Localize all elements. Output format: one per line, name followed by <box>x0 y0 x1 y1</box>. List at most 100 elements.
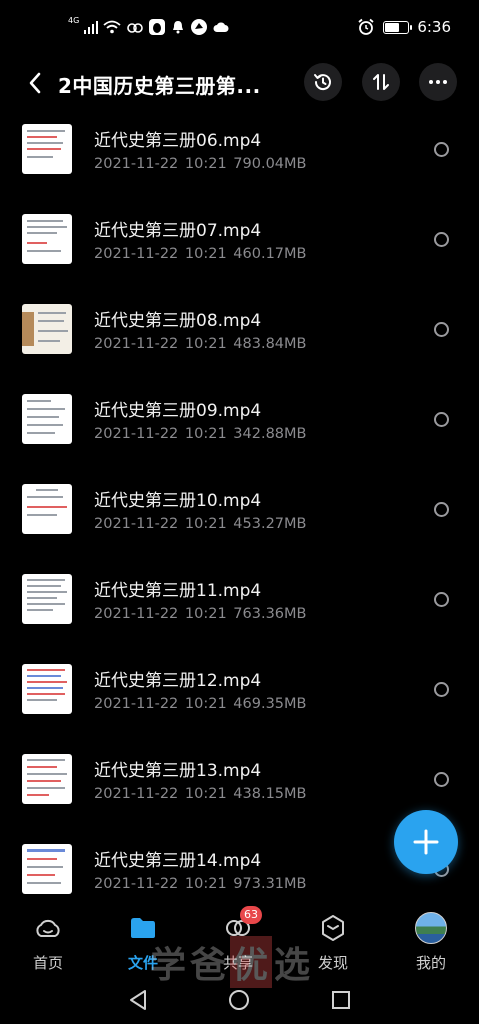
nav-label: 首页 <box>32 954 63 972</box>
back-button[interactable] <box>20 66 50 100</box>
system-home-button[interactable] <box>225 986 253 1014</box>
file-name: 近代史第三册10.mp4 <box>94 491 262 511</box>
file-row[interactable]: 近代史第三册12.mp4 2021-11-22 10:21 469.35MB <box>0 648 479 738</box>
file-name: 近代史第三册09.mp4 <box>94 401 262 421</box>
system-recents-button[interactable] <box>327 986 355 1014</box>
video-thumbnail <box>22 664 72 714</box>
file-date: 2021-11-22 <box>94 516 179 532</box>
avatar <box>415 912 447 944</box>
nav-files[interactable]: 文件 <box>98 912 188 976</box>
file-date: 2021-11-22 <box>94 156 179 172</box>
select-radio[interactable] <box>434 412 449 427</box>
file-meta: 2021-11-22 10:21 460.17MB <box>94 246 307 262</box>
select-radio[interactable] <box>434 322 449 337</box>
history-icon <box>314 74 331 91</box>
history-button[interactable] <box>304 63 342 101</box>
file-time: 10:21 <box>184 516 227 532</box>
file-time: 10:21 <box>184 786 227 802</box>
nav-label: 文件 <box>127 954 158 972</box>
video-thumbnail <box>22 754 72 804</box>
bottom-navigation: 首页 文件 63 共享 发现 我的 <box>0 906 479 976</box>
network-type: 4G <box>68 16 80 25</box>
file-time: 10:21 <box>184 876 227 892</box>
discover-icon <box>317 912 349 944</box>
file-date: 2021-11-22 <box>94 696 179 712</box>
nav-share[interactable]: 63 共享 <box>193 906 283 976</box>
nav-discover[interactable]: 发现 <box>288 912 378 976</box>
file-time: 10:21 <box>184 606 227 622</box>
file-date: 2021-11-22 <box>94 606 179 622</box>
more-icon <box>429 80 447 84</box>
file-meta: 2021-11-22 10:21 763.36MB <box>94 606 307 622</box>
folder-icon <box>127 912 159 944</box>
cloud-icon <box>213 22 229 32</box>
add-button[interactable] <box>394 810 458 874</box>
file-row[interactable]: 近代史第三册09.mp4 2021-11-22 10:21 342.88MB <box>0 378 479 468</box>
select-radio[interactable] <box>434 592 449 607</box>
file-meta: 2021-11-22 10:21 973.31MB <box>94 876 307 892</box>
notification-badge: 63 <box>240 906 262 924</box>
file-size: 460.17MB <box>233 246 307 262</box>
select-radio[interactable] <box>434 772 449 787</box>
file-name: 近代史第三册07.mp4 <box>94 221 262 241</box>
bell-icon <box>173 21 184 34</box>
nav-label: 我的 <box>415 954 446 972</box>
file-date: 2021-11-22 <box>94 336 179 352</box>
select-radio[interactable] <box>434 232 449 247</box>
file-meta: 2021-11-22 10:21 342.88MB <box>94 426 307 442</box>
video-thumbnail <box>22 304 72 354</box>
nav-label: 共享 <box>222 954 253 972</box>
file-time: 10:21 <box>184 426 227 442</box>
clock: 6:36 <box>417 18 451 36</box>
more-button[interactable] <box>419 63 457 101</box>
status-bar: 4G 6:36 <box>0 0 479 56</box>
file-time: 10:21 <box>184 156 227 172</box>
file-date: 2021-11-22 <box>94 426 179 442</box>
cloud-outline-icon <box>32 912 64 944</box>
select-radio[interactable] <box>434 502 449 517</box>
sort-icon <box>373 74 389 90</box>
file-meta: 2021-11-22 10:21 483.84MB <box>94 336 307 352</box>
baidu-netdisk-icon <box>127 23 144 33</box>
file-row[interactable]: 近代史第三册08.mp4 2021-11-22 10:21 483.84MB <box>0 288 479 378</box>
file-size: 973.31MB <box>233 876 307 892</box>
file-size: 763.36MB <box>233 606 307 622</box>
file-row[interactable]: 近代史第三册06.mp4 2021-11-22 10:21 790.04MB <box>0 108 479 198</box>
file-size: 438.15MB <box>233 786 307 802</box>
video-thumbnail <box>22 124 72 174</box>
file-meta: 2021-11-22 10:21 469.35MB <box>94 696 307 712</box>
page-title: 2中国历史第三册第... <box>58 74 261 98</box>
video-thumbnail <box>22 484 72 534</box>
wifi-icon <box>103 20 121 34</box>
share-icon: 63 <box>222 906 262 944</box>
file-name: 近代史第三册14.mp4 <box>94 851 262 871</box>
feishu-icon <box>191 19 208 35</box>
alarm-icon <box>358 18 374 35</box>
select-radio[interactable] <box>434 142 449 157</box>
plus-icon <box>413 829 439 855</box>
video-thumbnail <box>22 394 72 444</box>
file-time: 10:21 <box>184 246 227 262</box>
video-thumbnail <box>22 574 72 624</box>
nav-home[interactable]: 首页 <box>3 912 93 976</box>
file-row[interactable]: 近代史第三册11.mp4 2021-11-22 10:21 763.36MB <box>0 558 479 648</box>
file-row[interactable]: 近代史第三册10.mp4 2021-11-22 10:21 453.27MB <box>0 468 479 558</box>
signal-icon <box>84 20 99 34</box>
qq-icon <box>149 19 166 35</box>
system-back-button[interactable] <box>124 986 152 1014</box>
select-radio[interactable] <box>434 682 449 697</box>
file-size: 342.88MB <box>233 426 307 442</box>
file-name: 近代史第三册13.mp4 <box>94 761 262 781</box>
sort-button[interactable] <box>362 63 400 101</box>
file-date: 2021-11-22 <box>94 246 179 262</box>
triangle-back-icon <box>130 990 146 1010</box>
file-time: 10:21 <box>184 696 227 712</box>
nav-mine[interactable]: 我的 <box>386 912 476 976</box>
file-row[interactable]: 近代史第三册07.mp4 2021-11-22 10:21 460.17MB <box>0 198 479 288</box>
file-name: 近代史第三册12.mp4 <box>94 671 262 691</box>
title-bar: 2中国历史第三册第... <box>0 58 479 108</box>
video-thumbnail <box>22 214 72 264</box>
file-meta: 2021-11-22 10:21 790.04MB <box>94 156 307 172</box>
nav-label: 发现 <box>317 954 348 972</box>
file-list[interactable]: 近代史第三册06.mp4 2021-11-22 10:21 790.04MB 近… <box>0 108 479 908</box>
